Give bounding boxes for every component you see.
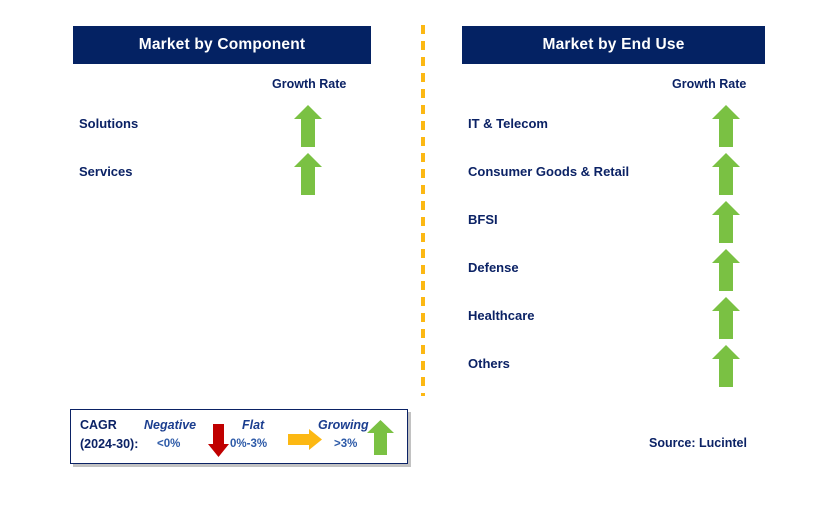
arrow-up-green-icon: [712, 345, 740, 387]
legend-range-negative: <0%: [157, 438, 181, 450]
arrow-up-green-icon: [294, 105, 322, 147]
segment-label: Healthcare: [468, 308, 535, 323]
segment-label: BFSI: [468, 212, 498, 227]
arrow-up-green-icon: [367, 420, 394, 455]
panel-title-end-use: Market by End Use: [542, 36, 685, 53]
list-item[interactable]: Others: [462, 344, 765, 392]
legend-term-growing: Growing: [318, 418, 369, 432]
segment-label: Solutions: [79, 116, 139, 131]
segment-list-end-use: IT & Telecom Consumer Goods & Retail BFS…: [462, 104, 765, 392]
list-item[interactable]: Defense: [462, 248, 765, 296]
source-label: Source: Lucintel: [649, 436, 747, 450]
infographic-canvas: Market by Component Market by End Use Gr…: [0, 0, 829, 522]
panel-header-component: Market by Component: [73, 26, 371, 64]
panel-header-end-use: Market by End Use: [462, 26, 765, 64]
list-item[interactable]: Solutions: [73, 104, 371, 152]
segment-list-component: Solutions Services: [73, 104, 371, 200]
legend-title-line-1: CAGR: [80, 418, 117, 432]
list-item[interactable]: BFSI: [462, 200, 765, 248]
vertical-dashed-divider: [421, 25, 425, 396]
arrow-up-green-icon: [712, 153, 740, 195]
legend-range-flat: 0%-3%: [230, 438, 268, 450]
list-item[interactable]: Healthcare: [462, 296, 765, 344]
panel-title-component: Market by Component: [138, 36, 306, 53]
legend-range-growing: >3%: [334, 438, 358, 450]
legend-term-negative: Negative: [144, 418, 197, 432]
segment-label: Services: [79, 164, 133, 179]
arrow-right-amber-icon: [288, 429, 322, 450]
arrow-up-green-icon: [712, 201, 740, 243]
arrow-up-green-icon: [712, 249, 740, 291]
arrow-up-green-icon: [294, 153, 322, 195]
segment-label: IT & Telecom: [468, 116, 548, 131]
growth-rate-column-label-component: Growth Rate: [272, 77, 347, 91]
legend-title-line-2: (2024-30):: [80, 437, 139, 451]
list-item[interactable]: Consumer Goods & Retail: [462, 152, 765, 200]
list-item[interactable]: Services: [73, 152, 371, 200]
arrow-up-green-icon: [712, 297, 740, 339]
cagr-legend: CAGR (2024-30): Negative <0% Flat 0%-3% …: [70, 409, 408, 464]
arrow-up-green-icon: [712, 105, 740, 147]
growth-rate-column-label-end-use: Growth Rate: [672, 77, 747, 91]
list-item[interactable]: IT & Telecom: [462, 104, 765, 152]
arrow-down-red-icon: [208, 424, 229, 457]
legend-term-flat: Flat: [242, 418, 265, 432]
segment-label: Others: [468, 356, 510, 371]
segment-label: Defense: [468, 260, 519, 275]
segment-label: Consumer Goods & Retail: [468, 164, 630, 179]
